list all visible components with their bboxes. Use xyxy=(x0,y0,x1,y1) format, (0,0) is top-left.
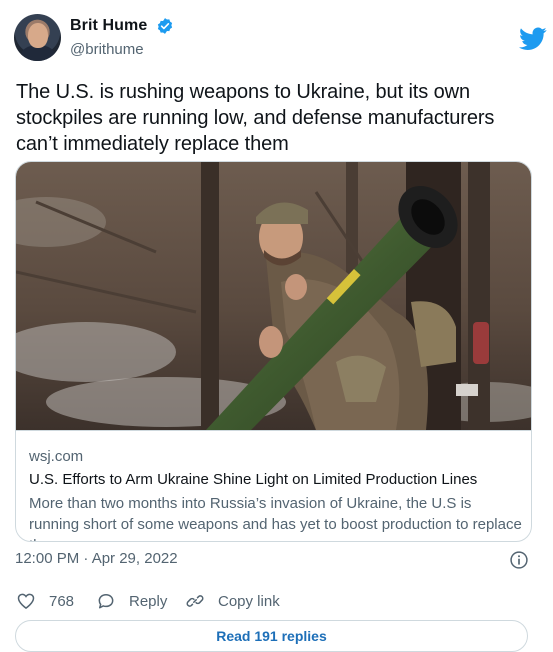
tweet-timestamp[interactable]: 12:00 PM · Apr 29, 2022 xyxy=(15,550,178,567)
card-domain: wsj.com xyxy=(29,448,84,465)
avatar[interactable] xyxy=(14,14,61,61)
like-button[interactable]: 768 xyxy=(16,590,74,612)
heart-icon xyxy=(17,593,35,609)
card-info[interactable]: wsj.com U.S. Efforts to Arm Ukraine Shin… xyxy=(16,430,531,541)
tweet-header: Brit Hume @brithume xyxy=(14,14,547,64)
twitter-bird-icon[interactable] xyxy=(519,27,547,51)
link-icon xyxy=(186,595,204,607)
tweet-text: The U.S. is rushing weapons to Ukraine, … xyxy=(16,81,495,155)
copy-link-button[interactable]: Copy link xyxy=(185,590,280,612)
read-replies-button[interactable]: Read 191 replies xyxy=(15,620,528,652)
card-title[interactable]: U.S. Efforts to Arm Ukraine Shine Light … xyxy=(29,471,477,488)
article-image[interactable] xyxy=(16,162,531,430)
link-card[interactable]: wsj.com U.S. Efforts to Arm Ukraine Shin… xyxy=(15,161,532,542)
copy-link-label: Copy link xyxy=(218,592,280,610)
author-name[interactable]: Brit Hume xyxy=(70,17,147,35)
like-count: 768 xyxy=(49,592,75,610)
author-handle[interactable]: @brithume xyxy=(70,41,144,58)
info-icon[interactable] xyxy=(509,550,529,570)
verified-badge-icon xyxy=(157,18,173,34)
reply-button[interactable]: Reply xyxy=(96,590,167,612)
reply-bubble-icon xyxy=(98,594,114,609)
tweet-embed: Brit Hume @brithume The U.S. is rushing … xyxy=(0,0,553,652)
card-description: More than two months into Russia’s invas… xyxy=(29,495,522,541)
reply-label: Reply xyxy=(129,592,168,610)
tweet-actions: 768 Reply Copy link xyxy=(14,590,534,614)
